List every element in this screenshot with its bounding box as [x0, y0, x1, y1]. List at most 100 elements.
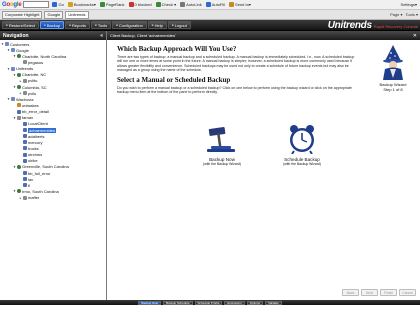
bookmarks-icon — [67, 2, 73, 7]
select-heading: Select a Manual or Scheduled Backup — [117, 76, 231, 85]
tree-node[interactable]: ▸ maffer — [1, 195, 105, 201]
brand-name: Unitrends — [327, 19, 372, 31]
settings-button[interactable]: Settings▾ — [400, 2, 418, 7]
schedule-backup-sub: (with the Backup Wizard) — [283, 162, 321, 166]
menu-reports-button[interactable]: ■ Reports — [65, 21, 91, 29]
navigation-title: Navigation — [3, 32, 29, 39]
toolbar-pagerank-button[interactable]: PageRank — [99, 2, 126, 7]
cust-node-icon — [11, 48, 15, 53]
action-backup-now-button[interactable]: Backup Now — [138, 300, 162, 305]
close-icon[interactable]: ✕ — [413, 33, 417, 39]
site-node-icon — [17, 54, 21, 59]
toolbar-send-to-button[interactable]: Send to▾ — [228, 2, 252, 7]
browser-command-bar: Page ▾ Tools ▾ — [390, 12, 418, 17]
tree-node-label: pvlitu — [28, 78, 38, 84]
expand-toggle-icon[interactable]: ▸ — [19, 196, 22, 200]
cust-node-icon — [11, 66, 15, 71]
expand-toggle-icon[interactable]: ▼ — [13, 85, 16, 89]
backup-now-option[interactable]: Backup Now (with the Backup Wizard) — [192, 124, 252, 166]
browser-tools-menu[interactable]: Tools ▾ — [406, 12, 418, 17]
tree-node-label: pegasus — [28, 59, 44, 65]
cli-node-icon — [17, 115, 21, 120]
browser-tabs: Corporate Highlight Google Unitrends — [2, 10, 89, 19]
action-options-button[interactable]: Options — [246, 300, 264, 305]
tree-node-label: Customers — [10, 41, 30, 47]
google-toolbar-buttons: Go Bookmarks▾ PageRank 0 blocked Check ▾ Auto… — [51, 2, 251, 7]
browser-tab-label: Google — [47, 12, 61, 17]
gavel-icon — [207, 127, 235, 152]
menu-backup-button[interactable]: ■ Backup — [40, 21, 65, 29]
schedule-backup-option[interactable]: Schedule Backup (with the Backup Wizard) — [272, 124, 332, 166]
expand-toggle-icon[interactable]: ▼ — [13, 73, 16, 77]
db-node-icon — [23, 121, 27, 126]
tree-node-label: ulrike — [28, 158, 38, 164]
action-exclusions-button[interactable]: Exclusions — [224, 300, 245, 305]
expand-toggle-icon[interactable]: ▸ — [19, 91, 22, 95]
navigation-header: Navigation « — [0, 31, 106, 40]
expand-toggle-icon[interactable]: ▼ — [13, 165, 16, 169]
expand-toggle-icon[interactable]: ▼ — [7, 48, 10, 52]
expand-toggle-icon[interactable]: ▼ — [13, 116, 16, 120]
expand-toggle-icon[interactable]: ▼ — [13, 54, 16, 58]
toolbar-bookmarks-button[interactable]: Bookmarks▾ — [67, 2, 97, 7]
content-body: Which Backup Approach Will You Use? Ther… — [107, 40, 420, 300]
expand-toggle-icon[interactable]: ▸ — [19, 79, 22, 83]
toolbar-autolink-button[interactable]: AutoLink — [179, 2, 203, 7]
expand-toggle-icon[interactable]: ▼ — [1, 42, 4, 46]
menu-configuration-button[interactable]: ■ Configuration — [112, 21, 147, 29]
next-button[interactable]: Next — [361, 289, 378, 296]
navigation-pane: Navigation « ▼ Customers ▼ Google ▼ Charlotte… — [0, 31, 107, 300]
send-to-icon — [229, 2, 235, 7]
menu-button-label: Backup — [46, 22, 61, 28]
navigation-tree: ▼ Customers ▼ Google ▼ Charlotte, North Carol… — [0, 40, 106, 300]
toolbar-button-label: PageRank — [105, 2, 125, 7]
wizard-step: Step 1 of 8 — [383, 87, 403, 92]
toolbar-button-label: AutoFill — [211, 2, 226, 7]
expand-toggle-icon[interactable]: ▼ — [13, 189, 16, 193]
cancel-button[interactable]: Cancel — [399, 289, 416, 296]
tree-node-label: trocks — [28, 145, 39, 151]
toolbar-button-label: Check ▾ — [161, 2, 177, 7]
tree-node-label: adalberts — [28, 133, 45, 139]
backup-wizard-badge: Backup Wizard Step 1 of 8 — [375, 44, 411, 92]
browser-tab-unitrends[interactable]: Unitrends — [65, 10, 89, 19]
action-validate-button[interactable]: Validate — [265, 300, 282, 305]
menu-tools-button[interactable]: ■ Tools — [91, 21, 112, 29]
brand-tagline: Rapid Recovery Console — [373, 23, 418, 29]
menu-restore-select-button[interactable]: ■ Restore/Select — [2, 21, 40, 29]
site-node-icon — [17, 189, 21, 194]
db-node-icon — [17, 109, 21, 114]
menu-help-button[interactable]: ■ Help — [147, 21, 167, 29]
expand-toggle-icon[interactable]: ▼ — [7, 97, 10, 101]
menu-button-label: Logout — [174, 22, 187, 28]
wizard-icon — [383, 45, 403, 80]
app-menu: ■ Restore/Select ■ Backup ■ Reports ■ Tools ■ Con… — [2, 21, 191, 29]
toolbar-0-blocked-button[interactable]: 0 blocked — [128, 2, 153, 7]
tree-node-label: Wachovia — [16, 96, 34, 102]
collapse-icon[interactable]: « — [100, 33, 103, 39]
finish-button[interactable]: Finish — [380, 289, 397, 296]
browser-tab-google[interactable]: Google — [44, 10, 64, 19]
tree-node-label: uniwakes — [22, 102, 39, 108]
menu-button-label: Restore/Select — [8, 22, 36, 28]
google-search-input[interactable] — [23, 1, 50, 8]
toolbar-autofill-button[interactable]: AutoFill — [205, 2, 226, 7]
action-button-label: Schedule Profile — [197, 300, 220, 305]
db-node-icon — [23, 140, 27, 145]
tree-node-label: maffer — [28, 195, 40, 201]
back-button[interactable]: Back — [342, 289, 359, 296]
toolbar-go-button[interactable]: Go — [51, 2, 64, 7]
action-backup-schedule-button[interactable]: Backup Schedule — [163, 300, 193, 305]
browser-tab-corporate-highlight[interactable]: Corporate Highlight — [2, 10, 43, 19]
action-button-label: Options — [249, 300, 261, 305]
expand-toggle-icon[interactable]: ▼ — [7, 67, 10, 71]
menu-logout-button[interactable]: ■ Logout — [167, 21, 191, 29]
go-icon — [52, 2, 58, 7]
toolbar-check-button[interactable]: Check ▾ — [155, 2, 177, 7]
action-schedule-profile-button[interactable]: Schedule Profile — [194, 300, 223, 305]
approach-description: There are two types of backup: a manual … — [117, 55, 355, 72]
action-button-label: Exclusions — [227, 300, 242, 305]
menu-button-label: Tools — [97, 22, 108, 28]
site-node-icon — [17, 85, 21, 90]
browser-page-menu[interactable]: Page ▾ — [390, 12, 402, 17]
